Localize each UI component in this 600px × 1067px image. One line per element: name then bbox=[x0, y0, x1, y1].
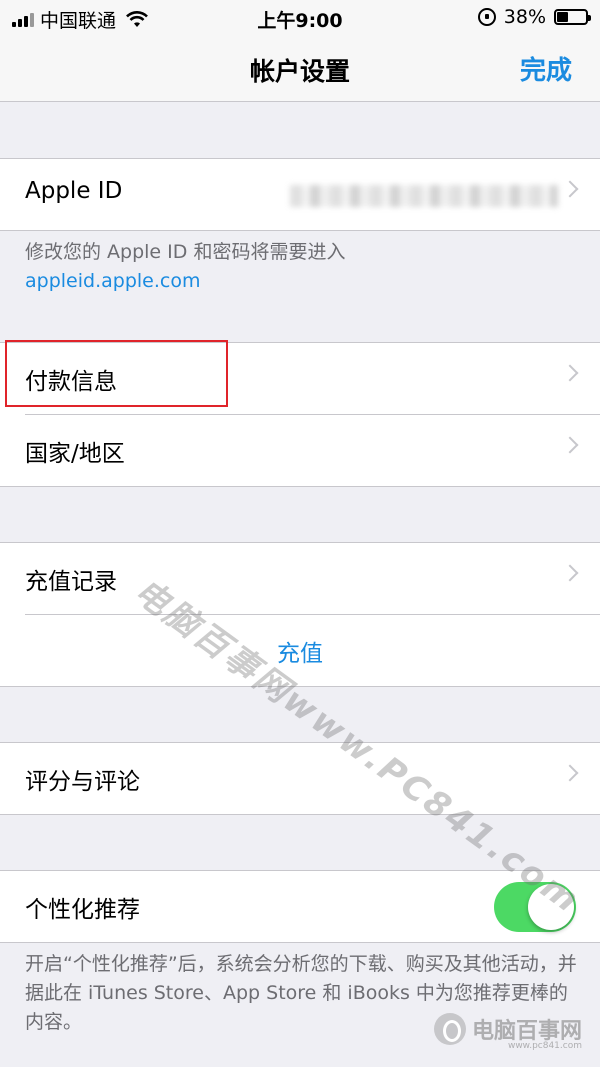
logo-icon bbox=[433, 1013, 466, 1045]
apple-id-note: 修改您的 Apple ID 和密码将需要进入 appleid.apple.com bbox=[25, 238, 585, 296]
battery-fill bbox=[557, 12, 568, 22]
payment-info-highlight-box bbox=[5, 340, 228, 407]
done-button[interactable]: 完成 bbox=[520, 50, 572, 87]
chevron-right-icon bbox=[561, 764, 579, 782]
country-region-row[interactable]: 国家/地区 bbox=[0, 415, 600, 487]
ratings-reviews-row[interactable]: 评分与评论 bbox=[0, 743, 600, 815]
logo-url: www.pc841.com bbox=[507, 1041, 582, 1051]
page-title: 帐户设置 bbox=[249, 57, 350, 86]
ratings-group: 评分与评论 bbox=[0, 742, 600, 815]
chevron-right-icon bbox=[561, 180, 579, 198]
purchase-history-row[interactable]: 充值记录 bbox=[0, 543, 600, 615]
orientation-lock-icon bbox=[477, 8, 496, 26]
topup-label: 充值 bbox=[277, 641, 323, 667]
chevron-right-icon bbox=[561, 564, 579, 582]
navigation-bar: 帐户设置 完成 bbox=[0, 34, 600, 102]
personalized-label: 个性化推荐 bbox=[25, 897, 140, 923]
apple-id-value-blurred bbox=[290, 185, 558, 207]
purchase-group: 充值记录 充值 bbox=[0, 542, 600, 687]
apple-id-label: Apple ID bbox=[25, 178, 123, 204]
status-right: 38% bbox=[477, 6, 591, 28]
battery-icon bbox=[554, 9, 591, 25]
appleid-link[interactable]: appleid.apple.com bbox=[25, 270, 200, 292]
purchase-history-label: 充值记录 bbox=[25, 569, 117, 595]
site-logo: 电脑百事网 www.pc841.com bbox=[433, 1013, 582, 1051]
apple-id-group: Apple ID bbox=[0, 158, 600, 231]
status-bar: 中国联通 上午9:00 38% bbox=[0, 0, 600, 34]
apple-id-row[interactable]: Apple ID bbox=[0, 159, 600, 231]
battery-percent: 38% bbox=[503, 6, 546, 28]
chevron-right-icon bbox=[561, 436, 579, 454]
country-region-label: 国家/地区 bbox=[25, 441, 125, 467]
ratings-reviews-label: 评分与评论 bbox=[25, 769, 140, 795]
apple-id-note-text: 修改您的 Apple ID 和密码将需要进入 bbox=[25, 241, 346, 263]
chevron-right-icon bbox=[561, 364, 579, 382]
